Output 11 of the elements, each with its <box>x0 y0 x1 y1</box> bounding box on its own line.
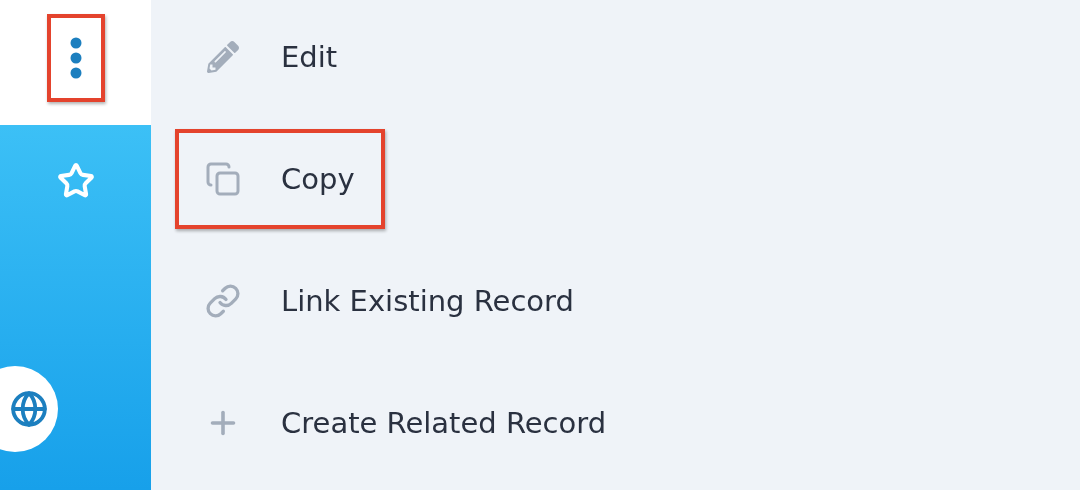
globe-icon <box>10 390 48 428</box>
menu-item[interactable]: Copy <box>175 129 385 229</box>
more-button[interactable] <box>46 14 105 102</box>
link-icon <box>205 282 241 320</box>
star-icon[interactable] <box>56 162 95 200</box>
menu-item[interactable]: Create Related Record <box>175 373 637 473</box>
menu-item[interactable]: Edit <box>175 7 368 107</box>
more-icon <box>69 37 82 79</box>
copy-icon <box>205 161 241 197</box>
menu-item[interactable]: Link Existing Record <box>175 251 604 351</box>
pencil-icon <box>207 41 239 73</box>
